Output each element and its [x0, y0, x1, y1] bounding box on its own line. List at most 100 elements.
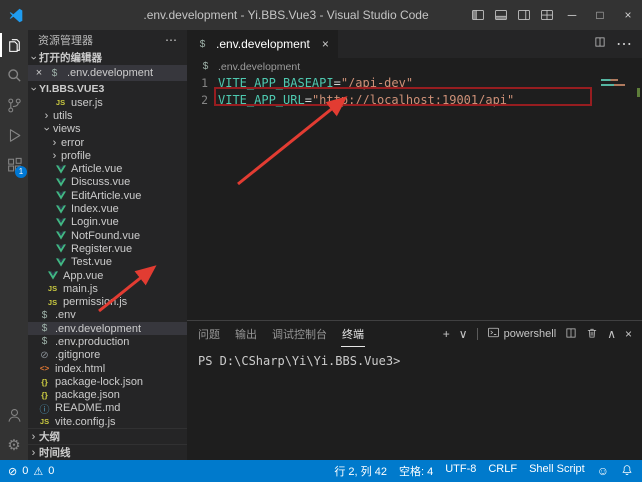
breadcrumb[interactable]: $ .env.development: [187, 58, 642, 75]
tree-item-label: App.vue: [63, 270, 103, 282]
tree-item-utils[interactable]: ›utils: [28, 109, 187, 122]
js-file-icon: JS: [46, 298, 59, 307]
open-editors-header[interactable]: › 打开的编辑器: [28, 50, 187, 65]
trash-icon[interactable]: [586, 327, 598, 342]
tab-env-development[interactable]: $ .env.development ×: [187, 30, 338, 58]
vue-file-icon: [54, 231, 67, 240]
terminal-profile-select[interactable]: powershell: [487, 326, 557, 342]
tree-item-env-production[interactable]: $.env.production: [28, 335, 187, 348]
more-actions-icon[interactable]: ⋯: [165, 33, 177, 47]
tree-item-profile[interactable]: ›profile: [28, 149, 187, 162]
chevron-down-icon[interactable]: ∨: [459, 327, 468, 341]
chevron-right-icon: ›: [49, 150, 60, 162]
breadcrumb-item: .env.development: [218, 61, 300, 73]
tree-item-vite-config-js[interactable]: JSvite.config.js: [28, 415, 187, 428]
close-icon[interactable]: ×: [33, 67, 45, 79]
tree-item-package-json[interactable]: {}package.json: [28, 389, 187, 402]
tree-item-env[interactable]: $.env: [28, 309, 187, 322]
tree-item-gitignore[interactable]: ⊘.gitignore: [28, 349, 187, 362]
activity-account-icon[interactable]: [0, 400, 28, 430]
more-actions-icon[interactable]: ⋯: [616, 34, 632, 54]
divider: [477, 328, 478, 340]
activity-search-icon[interactable]: [0, 60, 28, 90]
maximize-button[interactable]: □: [586, 0, 614, 30]
panel-tab-debug-console[interactable]: 调试控制台: [271, 321, 328, 347]
panel-tab-output[interactable]: 输出: [234, 321, 258, 347]
new-terminal-icon[interactable]: +: [443, 327, 450, 341]
minimize-button[interactable]: ─: [558, 0, 586, 30]
code-editor[interactable]: 1VITE_APP_BASEAPI="/api-dev" 2VITE_APP_U…: [187, 75, 642, 320]
tree-item-index-html[interactable]: <>index.html: [28, 362, 187, 375]
panel-tab-terminal[interactable]: 终端: [341, 321, 365, 347]
tree-item-error[interactable]: ›error: [28, 136, 187, 149]
maximize-panel-icon[interactable]: ∧: [607, 327, 616, 341]
status-cursor-position[interactable]: 行 2, 列 42: [334, 463, 387, 479]
tree-item-permission-js[interactable]: JSpermission.js: [28, 295, 187, 308]
close-button[interactable]: ×: [614, 0, 642, 30]
vue-file-icon: [54, 218, 67, 227]
tree-item-label: Article.vue: [71, 163, 122, 175]
tree-item-editarticle-vue[interactable]: EditArticle.vue: [28, 189, 187, 202]
close-icon[interactable]: ×: [322, 37, 329, 51]
env-file-icon: $: [38, 310, 51, 321]
split-terminal-icon[interactable]: [565, 327, 577, 342]
timeline-header[interactable]: › 时间线: [28, 444, 187, 460]
tree-item-views[interactable]: ›views: [28, 123, 187, 136]
status-language[interactable]: Shell Script: [529, 463, 585, 479]
activity-settings-icon[interactable]: ⚙: [0, 430, 28, 460]
tree-item-article-vue[interactable]: Article.vue: [28, 162, 187, 175]
tree-item-app-vue[interactable]: App.vue: [28, 269, 187, 282]
activity-run-debug-icon[interactable]: [0, 120, 28, 150]
tree-item-discuss-vue[interactable]: Discuss.vue: [28, 176, 187, 189]
activity-explorer-icon[interactable]: [0, 30, 28, 60]
customize-layout-icon[interactable]: [535, 0, 558, 30]
activity-extensions-icon[interactable]: 1: [0, 150, 28, 180]
vscode-window: .env.development - Yi.BBS.Vue3 - Visual …: [0, 0, 642, 482]
code-token: =: [334, 75, 341, 92]
html-file-icon: <>: [38, 364, 51, 373]
tree-item-login-vue[interactable]: Login.vue: [28, 216, 187, 229]
tree-item-notfound-vue[interactable]: NotFound.vue: [28, 229, 187, 242]
project-root-header[interactable]: › YI.BBS.VUE3: [28, 81, 187, 96]
open-editors-label: 打开的编辑器: [39, 50, 102, 65]
terminal[interactable]: PS D:\CSharp\Yi\Yi.BBS.Vue3>: [187, 347, 642, 460]
timeline-label: 时间线: [39, 445, 71, 460]
tree-item-label: user.js: [71, 97, 103, 109]
toggle-sidebar-icon[interactable]: [466, 0, 489, 30]
activity-source-control-icon[interactable]: [0, 90, 28, 120]
vscode-logo-icon: [9, 8, 24, 23]
toggle-panel-icon[interactable]: [489, 0, 512, 30]
toggle-secondary-sidebar-icon[interactable]: [512, 0, 535, 30]
problems-status[interactable]: ⊘ 0 ⚠ 0: [0, 465, 54, 478]
notifications-bell-icon[interactable]: [621, 464, 633, 479]
error-icon: ⊘: [8, 465, 17, 478]
tree-item-index-vue[interactable]: Index.vue: [28, 202, 187, 215]
panel-tab-problems[interactable]: 问题: [197, 321, 221, 347]
status-indentation[interactable]: 空格: 4: [399, 463, 433, 479]
warning-icon: ⚠: [33, 465, 43, 478]
chevron-right-icon: ›: [28, 431, 39, 443]
tree-item-readme-md[interactable]: ⓘREADME.md: [28, 402, 187, 415]
status-encoding[interactable]: UTF-8: [445, 463, 476, 479]
tree-item-env-development[interactable]: $.env.development: [28, 322, 187, 335]
tree-item-package-lock-json[interactable]: {}package-lock.json: [28, 375, 187, 388]
split-editor-icon[interactable]: [594, 35, 606, 53]
activity-bar: 1 ⚙: [0, 30, 28, 460]
feedback-icon[interactable]: ☺: [597, 464, 609, 478]
line-number: 2: [187, 92, 218, 109]
tree-item-test-vue[interactable]: Test.vue: [28, 256, 187, 269]
tree-item-user-js[interactable]: JSuser.js: [28, 96, 187, 109]
status-eol[interactable]: CRLF: [488, 463, 517, 479]
url-link[interactable]: http://localhost:19001/api: [319, 92, 507, 109]
outline-header[interactable]: › 大纲: [28, 428, 187, 444]
open-editor-item[interactable]: × $ .env.development: [28, 65, 187, 81]
vue-file-icon: [54, 165, 67, 174]
close-panel-icon[interactable]: ×: [625, 327, 632, 341]
json-file-icon: {}: [38, 390, 51, 400]
chevron-right-icon: ›: [41, 110, 52, 122]
tree-item-register-vue[interactable]: Register.vue: [28, 242, 187, 255]
minimap[interactable]: [601, 79, 629, 89]
code-token: "/api-dev": [341, 75, 413, 92]
tree-item-main-js[interactable]: JSmain.js: [28, 282, 187, 295]
code-token: =: [305, 92, 312, 109]
